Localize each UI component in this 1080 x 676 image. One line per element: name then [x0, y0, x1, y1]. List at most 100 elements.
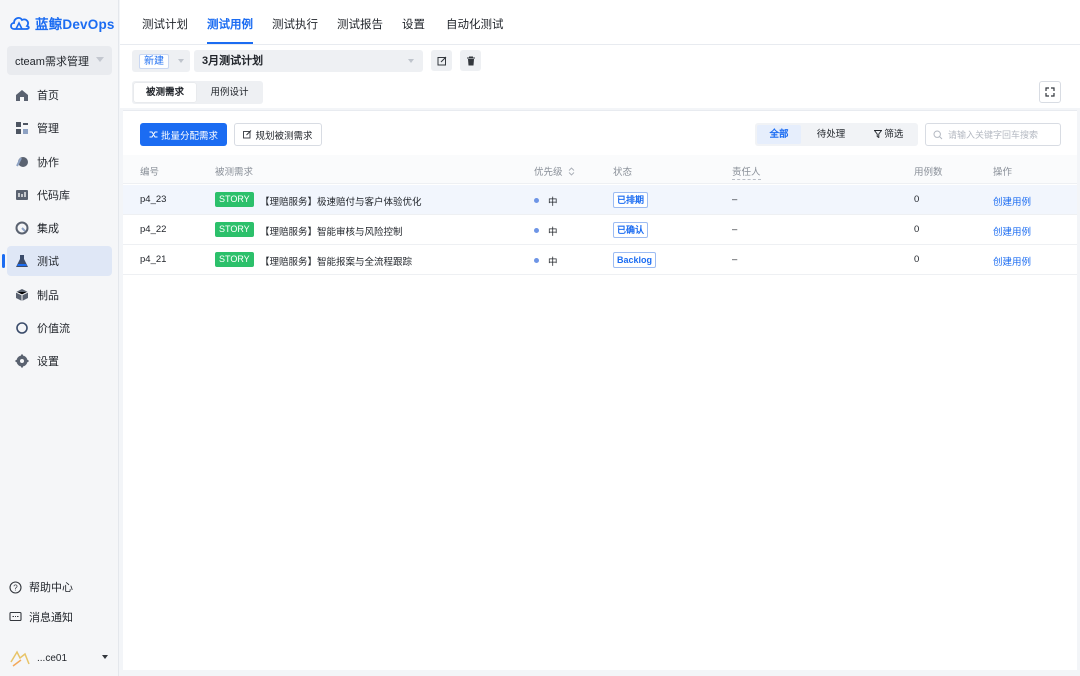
story-type-badge: STORY: [215, 252, 254, 267]
segment-tested-requirements[interactable]: 被测需求: [134, 83, 196, 102]
requirement-title[interactable]: 【理赔服务】智能审核与风险控制: [260, 224, 403, 238]
logo[interactable]: 蓝鲸DevOps: [9, 13, 115, 33]
message-notification-label: 消息通知: [29, 612, 73, 624]
owner-value: –: [732, 194, 738, 205]
search-icon: [933, 129, 943, 139]
sidebar-item-test[interactable]: 测试: [2, 246, 112, 277]
test-plan-name: 3月测试计划: [202, 55, 264, 67]
filter-group: 全部 待处理 筛选: [755, 123, 918, 146]
sidebar-item-label: 协作: [37, 156, 59, 169]
avatar: [10, 650, 30, 667]
plan-requirements-label: 规划被测需求: [255, 130, 313, 142]
tab-test-execution[interactable]: 测试执行: [272, 16, 318, 44]
tab-automation-test[interactable]: 自动化测试: [446, 16, 504, 44]
chevron-down-icon: [408, 59, 414, 63]
column-header-actions: 操作: [993, 167, 1013, 178]
collaborate-icon: [16, 156, 28, 167]
tab-test-plan[interactable]: 测试计划: [142, 16, 188, 44]
manage-icon: [16, 122, 28, 135]
shuffle-icon: [149, 131, 158, 138]
filter-all[interactable]: 全部: [757, 125, 801, 144]
fullscreen-button[interactable]: [1039, 81, 1061, 103]
status-badge: Backlog: [613, 252, 657, 268]
tab-settings[interactable]: 设置: [402, 16, 425, 44]
sidebar-item-artifact[interactable]: 制品: [7, 280, 112, 310]
priority-value: 中: [548, 197, 558, 208]
edit-plan-button[interactable]: [431, 50, 452, 71]
test-flask-icon: [16, 255, 28, 268]
new-button[interactable]: 新建: [132, 50, 190, 72]
filter-pending[interactable]: 待处理: [804, 125, 858, 144]
user-menu[interactable]: ...ce01: [9, 647, 111, 669]
requirements-panel: 批量分配需求 规划被测需求 全部 待处理 筛选 编号 被测需求 优先级 状态 责…: [123, 110, 1077, 670]
message-notification-link[interactable]: 消息通知: [9, 607, 109, 627]
segment-case-design[interactable]: 用例设计: [198, 83, 261, 102]
owner-value: –: [732, 224, 738, 235]
priority-value: 中: [548, 257, 558, 268]
chevron-down-icon: [178, 59, 184, 63]
column-header-priority[interactable]: 优先级: [534, 164, 575, 178]
sidebar-item-label: 首页: [37, 90, 59, 102]
sidebar-item-label: 设置: [37, 356, 59, 369]
priority-header-label: 优先级: [534, 167, 563, 178]
table-row[interactable]: p4_21 STORY 【理赔服务】智能报案与全流程跟踪 中 Backlog –…: [123, 245, 1077, 275]
requirement-title[interactable]: 【理赔服务】极速赔付与客户体验优化: [260, 194, 422, 208]
edit-icon: [243, 130, 252, 139]
owner-value: –: [732, 254, 738, 265]
sub-toolbar: 新建 3月测试计划 被测需求 用例设计: [120, 45, 1080, 108]
trash-icon: [466, 56, 475, 65]
value-stream-icon: [16, 322, 28, 334]
table-row[interactable]: p4_22 STORY 【理赔服务】智能审核与风险控制 中 已确认 – 0 创建…: [123, 215, 1077, 245]
chevron-down-icon: [96, 57, 104, 62]
requirement-title[interactable]: 【理赔服务】智能报案与全流程跟踪: [260, 254, 412, 268]
search-input[interactable]: [948, 129, 1058, 140]
sidebar-item-manage[interactable]: 管理: [7, 113, 112, 143]
project-select[interactable]: cteam需求管理: [7, 46, 112, 75]
top-tab-bar: 测试计划 测试用例 测试执行 测试报告 设置 自动化测试: [120, 0, 1080, 45]
priority-value: 中: [548, 227, 558, 238]
priority-dot: [534, 228, 539, 233]
sidebar-item-label: 制品: [37, 289, 59, 302]
settings-gear-icon: [15, 354, 29, 368]
sidebar-item-collaborate[interactable]: 协作: [7, 147, 112, 177]
code-repo-icon: [16, 189, 28, 200]
create-case-link[interactable]: 创建用例: [993, 194, 1031, 208]
sidebar-item-home[interactable]: 首页: [7, 80, 112, 110]
create-case-link[interactable]: 创建用例: [993, 224, 1031, 238]
filter-screen[interactable]: 筛选: [861, 125, 916, 144]
batch-assign-label: 批量分配需求: [160, 130, 218, 142]
chevron-down-icon: [102, 655, 108, 659]
create-case-link[interactable]: 创建用例: [993, 254, 1031, 268]
case-count-value: 0: [914, 194, 920, 205]
filter-screen-label: 筛选: [884, 129, 904, 140]
sort-icon: [568, 167, 575, 176]
search-box[interactable]: [925, 123, 1061, 146]
message-icon: [9, 611, 22, 622]
delete-plan-button[interactable]: [460, 50, 481, 71]
help-center-link[interactable]: ? 帮助中心: [9, 577, 109, 597]
tab-test-report[interactable]: 测试报告: [337, 16, 383, 44]
sidebar-item-code-repo[interactable]: 代码库: [7, 180, 112, 210]
new-button-label: 新建: [139, 53, 169, 69]
row-id: p4_22: [140, 224, 167, 235]
table-row[interactable]: p4_23 STORY 【理赔服务】极速赔付与客户体验优化 中 已排期 – 0 …: [123, 185, 1077, 215]
funnel-icon: [873, 130, 883, 139]
column-header-owner: 责任人: [732, 164, 761, 180]
sidebar-item-value-stream[interactable]: 价值流: [7, 313, 112, 343]
priority-dot: [534, 258, 539, 263]
logo-text: 蓝鲸DevOps: [35, 17, 115, 32]
test-plan-select[interactable]: 3月测试计划: [194, 50, 423, 72]
edit-icon: [437, 56, 446, 65]
sidebar-item-label: 测试: [37, 256, 59, 269]
sidebar-item-settings[interactable]: 设置: [7, 346, 112, 376]
home-icon: [16, 90, 28, 101]
batch-assign-button[interactable]: 批量分配需求: [140, 123, 227, 146]
column-header-requirement: 被测需求: [215, 167, 254, 178]
svg-text:?: ?: [13, 583, 18, 592]
view-segment: 被测需求 用例设计: [132, 81, 263, 104]
sidebar-item-integration[interactable]: 集成: [7, 213, 112, 243]
tab-test-cases[interactable]: 测试用例: [207, 16, 253, 44]
sidebar-nav: 首页 管理 协作 代码库 集成 测试 制品 价值流 设置: [2, 80, 112, 380]
expand-icon: [1045, 87, 1055, 97]
plan-requirements-button[interactable]: 规划被测需求: [234, 123, 322, 146]
